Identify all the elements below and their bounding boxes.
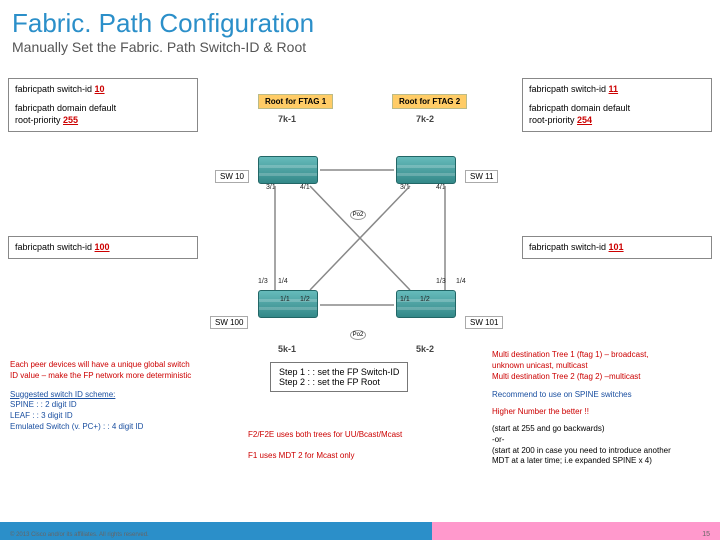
note-line: MDT at a later time; i.e expanded SPINE …	[492, 456, 710, 467]
cfg-val: 11	[609, 84, 619, 94]
note-line: -or-	[492, 435, 710, 446]
device-label-5k1: 5k-1	[278, 344, 296, 354]
note-line: Recommend to use on SPINE switches	[492, 390, 710, 401]
switch-icon	[396, 290, 456, 318]
root-ftag2-label: Root for FTAG 2	[392, 94, 467, 109]
cfg-box-sw101: fabricpath switch-id 101	[522, 236, 712, 259]
note-line: (start at 200 in case you need to introd…	[492, 446, 710, 457]
note-line: unknown unicast, multicast	[492, 361, 710, 372]
port-label: 4/1	[300, 184, 310, 191]
note-line: Multi destination Tree 1 (ftag 1) – broa…	[492, 350, 710, 361]
cfg-text: root-priority	[529, 115, 577, 125]
cfg-val: 100	[95, 242, 110, 252]
port-label: 1/4	[278, 278, 288, 285]
cfg-text: fabricpath domain default	[15, 102, 191, 115]
cfg-box-sw11: fabricpath switch-id 11 fabricpath domai…	[522, 78, 712, 132]
port-label: 1/3	[258, 278, 268, 285]
note-line: ID value – make the FP network more dete…	[10, 371, 220, 382]
cfg-box-sw100: fabricpath switch-id 100	[8, 236, 198, 259]
port-label: 1/3	[436, 278, 446, 285]
cfg-text: fabricpath switch-id	[529, 242, 609, 252]
page-subtitle: Manually Set the Fabric. Path Switch-ID …	[0, 39, 720, 61]
steps-box: Step 1 : : set the FP Switch-ID Step 2 :…	[270, 362, 408, 392]
port-label: 1/1	[400, 296, 410, 303]
note-line: F2/F2E uses both trees for UU/Bcast/Mcas…	[248, 430, 478, 441]
page-title: Fabric. Path Configuration	[0, 0, 720, 39]
cfg-text: fabricpath switch-id	[15, 84, 95, 94]
notes-left: Each peer devices will have a unique glo…	[10, 360, 220, 433]
cfg-text: fabricpath switch-id	[15, 242, 95, 252]
port-label: 1/2	[300, 296, 310, 303]
port-label: 3/1	[266, 184, 276, 191]
note-line: Each peer devices will have a unique glo…	[10, 360, 220, 371]
notes-mid: F2/F2E uses both trees for UU/Bcast/Mcas…	[248, 430, 478, 462]
sw-label-11: SW 11	[465, 170, 498, 183]
cfg-val: 254	[577, 115, 592, 125]
device-label-7k1: 7k-1	[278, 114, 296, 124]
cfg-val: 101	[609, 242, 624, 252]
sw-label-100: SW 100	[210, 316, 248, 329]
port-label: 1/2	[420, 296, 430, 303]
note-line: Suggested switch ID scheme:	[10, 390, 220, 401]
note-line: Multi destination Tree 2 (ftag 2) –multi…	[492, 372, 710, 383]
port-label: 1/1	[280, 296, 290, 303]
note-line: LEAF : : 3 digit ID	[10, 411, 220, 422]
cfg-text: fabricpath domain default	[529, 102, 705, 115]
cfg-text: fabricpath switch-id	[529, 84, 609, 94]
port-label: 3/1	[400, 184, 410, 191]
note-line: Emulated Switch (v. PC+) : : 4 digit ID	[10, 422, 220, 433]
cfg-box-sw10: fabricpath switch-id 10 fabricpath domai…	[8, 78, 198, 132]
cfg-text: root-priority	[15, 115, 63, 125]
po-label: Po2	[350, 210, 366, 220]
sw-label-101: SW 101	[465, 316, 503, 329]
cfg-val: 10	[95, 84, 105, 94]
cfg-val: 255	[63, 115, 78, 125]
po-label: Po2	[350, 330, 366, 340]
page-number: 15	[702, 531, 710, 538]
root-ftag1-label: Root for FTAG 1	[258, 94, 333, 109]
step-2: Step 2 : : set the FP Root	[279, 377, 399, 387]
switch-icon	[396, 156, 456, 184]
note-line: F1 uses MDT 2 for Mcast only	[248, 451, 478, 462]
sw-label-10: SW 10	[215, 170, 249, 183]
device-label-5k2: 5k-2	[416, 344, 434, 354]
notes-right: Multi destination Tree 1 (ftag 1) – broa…	[492, 350, 710, 467]
footer-copyright: © 2013 Cisco and/or its affiliates. All …	[10, 532, 149, 538]
note-line: (start at 255 and go backwards)	[492, 424, 710, 435]
switch-icon	[258, 156, 318, 184]
note-line: Higher Number the better !!	[492, 407, 710, 418]
step-1: Step 1 : : set the FP Switch-ID	[279, 367, 399, 377]
port-label: 4/1	[436, 184, 446, 191]
port-label: 1/4	[456, 278, 466, 285]
device-label-7k2: 7k-2	[416, 114, 434, 124]
note-line: SPINE : : 2 digit ID	[10, 400, 220, 411]
switch-icon	[258, 290, 318, 318]
